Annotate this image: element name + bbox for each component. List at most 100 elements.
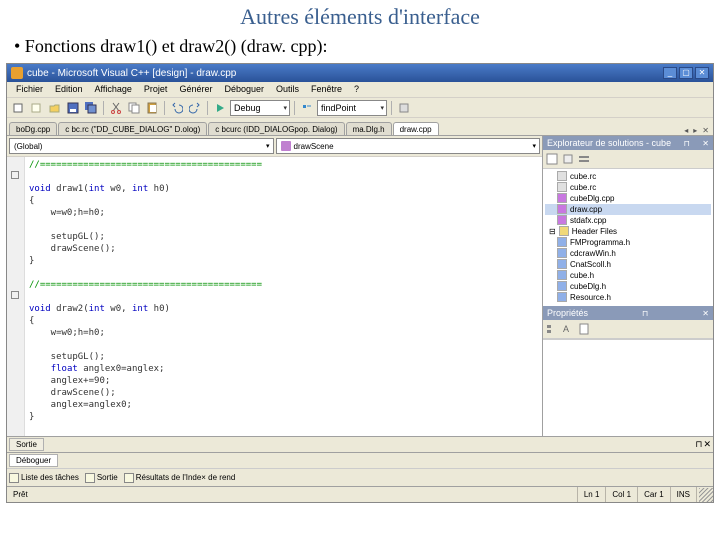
- tree-file: cdcrawWin.h: [545, 248, 711, 259]
- maximize-button[interactable]: ▢: [679, 67, 693, 79]
- props-alpha-icon[interactable]: A: [561, 322, 575, 336]
- cpp-icon: [557, 215, 567, 225]
- tree-file: cubeDlg.h: [545, 281, 711, 292]
- undo-icon[interactable]: [169, 100, 185, 116]
- collapse-icon[interactable]: ⊟: [549, 227, 556, 236]
- explorer-view-icon[interactable]: [545, 152, 559, 166]
- properties-grid[interactable]: [543, 339, 713, 436]
- tree-file: cubeDlg.cpp: [545, 193, 711, 204]
- step-icon[interactable]: [299, 100, 315, 116]
- outline-toggle-icon[interactable]: [11, 291, 19, 299]
- panel-pin-icon[interactable]: ⊓: [642, 309, 648, 318]
- output-tasks[interactable]: Liste des tâches: [9, 473, 79, 483]
- titlebar: cube - Microsoft Visual C++ [design] - d…: [7, 64, 713, 82]
- add-item-icon[interactable]: [29, 100, 45, 116]
- open-icon[interactable]: [47, 100, 63, 116]
- save-all-icon[interactable]: [83, 100, 99, 116]
- menu-projet[interactable]: Projet: [139, 83, 173, 96]
- find-combo[interactable]: findPoint: [317, 100, 387, 116]
- misc-icon[interactable]: [396, 100, 412, 116]
- menu-fichier[interactable]: Fichier: [11, 83, 48, 96]
- status-col: Col 1: [606, 487, 638, 502]
- cut-icon[interactable]: [108, 100, 124, 116]
- tree-file: cube.rc: [545, 182, 711, 193]
- tree-file: cube.rc: [545, 171, 711, 182]
- resize-grip-icon[interactable]: [699, 488, 713, 502]
- menu-generer[interactable]: Générer: [174, 83, 217, 96]
- tree-file: stdafx.cpp: [545, 215, 711, 226]
- code-editor[interactable]: //======================================…: [7, 157, 542, 436]
- member-dropdown[interactable]: drawScene: [276, 138, 541, 154]
- outline-toggle-icon[interactable]: [11, 171, 19, 179]
- status-car: Car 1: [638, 487, 671, 502]
- new-project-icon[interactable]: [11, 100, 27, 116]
- tree-folder: ⊟Header Files: [545, 226, 711, 237]
- explorer-refresh-icon[interactable]: [561, 152, 575, 166]
- tree-file-active: draw.cpp: [545, 204, 711, 215]
- slide-bullet: • Fonctions draw1() et draw2() (draw. cp…: [0, 32, 720, 63]
- panel-pin-icon[interactable]: ⊓: [684, 139, 690, 148]
- config-combo[interactable]: Debug: [230, 100, 290, 116]
- tab-2[interactable]: c bcurc (IDD_DIALOGpop. Dialog): [208, 122, 344, 135]
- h-icon: [557, 270, 567, 280]
- menu-deboguer[interactable]: Déboguer: [219, 83, 269, 96]
- status-ready: Prêt: [7, 487, 578, 502]
- panel-close-icon[interactable]: ✕: [703, 439, 711, 450]
- results-icon: [124, 473, 134, 483]
- tab-1[interactable]: c bc.rc ("DD_CUBE_DIALOG" D.olog): [58, 122, 207, 135]
- solution-tree[interactable]: cube.rc cube.rc cubeDlg.cpp draw.cpp std…: [543, 169, 713, 306]
- h-icon: [557, 292, 567, 302]
- explorer-props-icon[interactable]: [577, 152, 591, 166]
- close-button[interactable]: ✕: [695, 67, 709, 79]
- cpp-icon: [557, 193, 567, 203]
- minimize-button[interactable]: _: [663, 67, 677, 79]
- tab-close-icon[interactable]: ✕: [700, 126, 711, 135]
- scope-dropdown[interactable]: (Global): [9, 138, 274, 154]
- panel-close-icon[interactable]: ✕: [702, 309, 709, 318]
- tab-3[interactable]: ma.Dlg.h: [346, 122, 392, 135]
- output-results[interactable]: Résultats de l'Inde× de rend: [124, 473, 236, 483]
- folder-icon: [559, 226, 569, 236]
- app-icon: [11, 67, 23, 79]
- save-icon[interactable]: [65, 100, 81, 116]
- menu-edition[interactable]: Edition: [50, 83, 88, 96]
- h-icon: [557, 248, 567, 258]
- tab-deboguer[interactable]: Déboguer: [9, 454, 58, 467]
- statusbar: Prêt Ln 1 Col 1 Car 1 INS: [7, 486, 713, 502]
- doc-tabstrip: boDg.cpp c bc.rc ("DD_CUBE_DIALOG" D.olo…: [7, 118, 713, 136]
- editor-pane: (Global) drawScene //===================…: [7, 136, 543, 436]
- tree-file: Resource.h: [545, 292, 711, 303]
- file-icon: [557, 171, 567, 181]
- menu-outils[interactable]: Outils: [271, 83, 304, 96]
- panel-close-icon[interactable]: ✕: [702, 139, 709, 148]
- cpp-icon: [557, 204, 567, 214]
- toolbar-main: Debug findPoint: [7, 98, 713, 118]
- menubar: Fichier Edition Affichage Projet Générer…: [7, 82, 713, 98]
- app-window: cube - Microsoft Visual C++ [design] - d…: [6, 63, 714, 503]
- file-icon: [557, 182, 567, 192]
- menu-fenetre[interactable]: Fenêtre: [306, 83, 347, 96]
- properties-header: Propriétés ⊓ ✕: [543, 306, 713, 320]
- tab-prev-icon[interactable]: ◂: [682, 126, 690, 135]
- props-page-icon[interactable]: [577, 322, 591, 336]
- copy-icon[interactable]: [126, 100, 142, 116]
- tab-4[interactable]: draw.cpp: [393, 122, 439, 135]
- panel-pin-icon[interactable]: ⊓: [695, 439, 702, 450]
- h-icon: [557, 259, 567, 269]
- menu-affichage[interactable]: Affichage: [90, 83, 137, 96]
- tab-sortie[interactable]: Sortie: [9, 438, 44, 451]
- tab-next-icon[interactable]: ▸: [691, 126, 699, 135]
- svg-text:A: A: [563, 324, 569, 334]
- paste-icon[interactable]: [144, 100, 160, 116]
- tab-0[interactable]: boDg.cpp: [9, 122, 57, 135]
- output-tabs: Sortie ⊓✕: [7, 436, 713, 452]
- output-sortie[interactable]: Sortie: [85, 473, 118, 483]
- tree-file: CnatScoll.h: [545, 259, 711, 270]
- tree-file: cube.h: [545, 270, 711, 281]
- start-icon[interactable]: [212, 100, 228, 116]
- output-icon: [85, 473, 95, 483]
- redo-icon[interactable]: [187, 100, 203, 116]
- props-categorize-icon[interactable]: [545, 322, 559, 336]
- menu-help[interactable]: ?: [349, 83, 364, 96]
- debug-tabs: Déboguer: [7, 452, 713, 468]
